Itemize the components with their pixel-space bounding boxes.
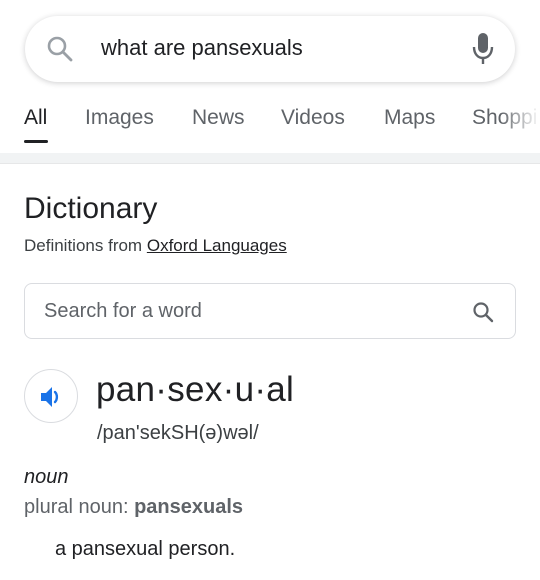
tab-maps[interactable]: Maps <box>384 106 435 130</box>
section-divider <box>0 153 540 164</box>
tab-news[interactable]: News <box>192 106 245 130</box>
pronunciation-audio-button[interactable] <box>24 369 78 423</box>
tab-videos[interactable]: Videos <box>281 106 345 130</box>
search-bar[interactable]: what are pansexuals <box>25 16 515 82</box>
phonetic-spelling: /pan'sekSH(ə)wəl/ <box>97 422 259 444</box>
active-tab-indicator <box>24 140 48 143</box>
definition-text: a pansexual person. <box>55 538 236 560</box>
plural-value: pansexuals <box>134 496 244 518</box>
speaker-icon <box>41 387 59 407</box>
headword: pan·sex·u·al <box>96 370 295 409</box>
tab-images[interactable]: Images <box>85 106 154 130</box>
tab-all[interactable]: All <box>24 106 47 130</box>
word-search-input[interactable]: Search for a word <box>24 283 516 339</box>
microphone-icon[interactable] <box>471 32 495 66</box>
search-icon[interactable] <box>471 300 495 324</box>
tabs-fade <box>500 100 540 152</box>
plural-form: plural noun: pansexuals <box>24 496 243 519</box>
source-prefix: Definitions from <box>24 236 143 255</box>
source-link[interactable]: Oxford Languages <box>147 236 287 255</box>
part-of-speech: noun <box>24 466 69 488</box>
dictionary-source: Definitions from Oxford Languages <box>24 236 287 256</box>
search-icon[interactable] <box>45 34 75 64</box>
search-query-text[interactable]: what are pansexuals <box>101 35 303 61</box>
search-tabs: All Images News Videos Maps Shoppi <box>0 100 540 152</box>
dictionary-title: Dictionary <box>24 192 158 225</box>
word-search-placeholder[interactable]: Search for a word <box>44 300 202 323</box>
plural-label: plural noun: <box>24 496 129 518</box>
